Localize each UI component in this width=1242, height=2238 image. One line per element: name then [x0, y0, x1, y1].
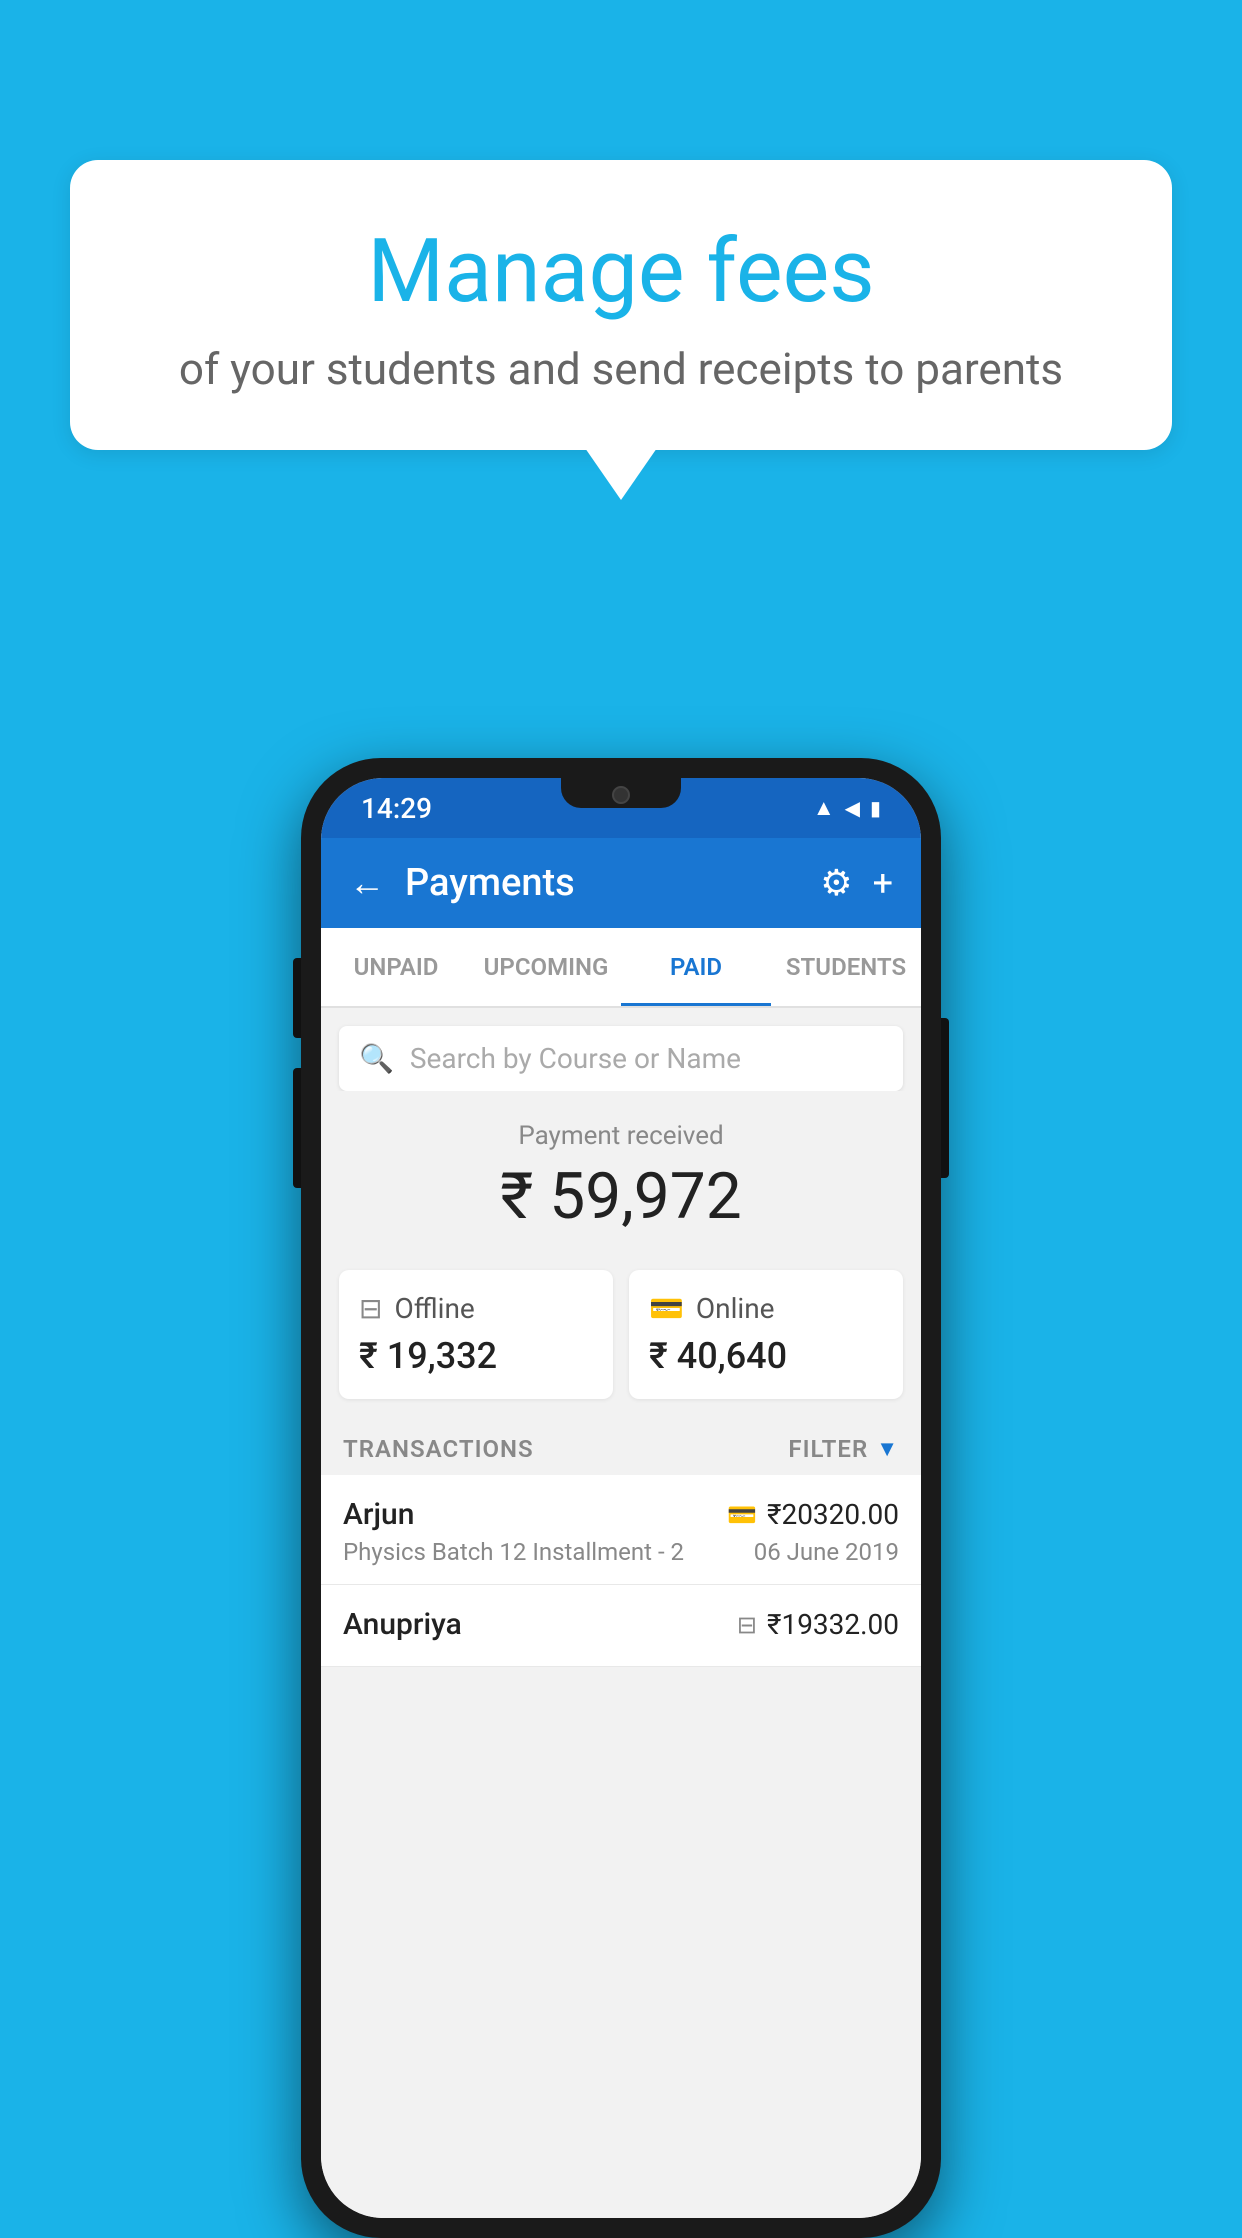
- bubble-title: Manage fees: [130, 220, 1112, 323]
- content-area: 🔍 Search by Course or Name Payment recei…: [321, 1008, 921, 2218]
- back-button[interactable]: ←: [349, 862, 385, 904]
- payment-received-section: Payment received ₹ 59,972: [321, 1091, 921, 1254]
- tab-paid[interactable]: PAID: [621, 928, 771, 1006]
- transaction-amount: ₹20320.00: [767, 1498, 899, 1531]
- card-icon: 💳: [727, 1501, 757, 1529]
- transaction-date: 06 June 2019: [754, 1538, 899, 1566]
- online-payment-card: 💳 Online ₹ 40,640: [629, 1270, 903, 1399]
- online-type-label: Online: [696, 1292, 775, 1325]
- offline-card-header: ⊟ Offline: [359, 1292, 475, 1325]
- online-amount: ₹ 40,640: [649, 1335, 787, 1377]
- search-bar[interactable]: 🔍 Search by Course or Name: [339, 1026, 903, 1091]
- filter-label: FILTER: [788, 1435, 868, 1463]
- bubble-subtitle: of your students and send receipts to pa…: [130, 343, 1112, 395]
- status-time: 14:29: [361, 792, 432, 825]
- transaction-name: Anupriya: [343, 1607, 462, 1642]
- plus-icon[interactable]: +: [873, 862, 893, 904]
- filter-button[interactable]: FILTER ▼: [788, 1435, 899, 1463]
- payment-cards: ⊟ Offline ₹ 19,332 💳 Online ₹ 40,640: [321, 1254, 921, 1415]
- phone-inner: 14:29 ▲ ◀ ▮ ← Payments ⚙ + UNPAID UPCOMI…: [321, 778, 921, 2218]
- offline-icon: ⊟: [359, 1292, 382, 1325]
- transaction-amount-wrap: 💳 ₹20320.00: [727, 1498, 899, 1531]
- offline-amount: ₹ 19,332: [359, 1335, 497, 1377]
- payment-received-amount: ₹ 59,972: [341, 1159, 901, 1234]
- transaction-row1: Arjun 💳 ₹20320.00: [343, 1497, 899, 1532]
- transaction-list: Arjun 💳 ₹20320.00 Physics Batch 12 Insta…: [321, 1475, 921, 1667]
- battery-icon: ▮: [870, 796, 881, 820]
- transaction-amount: ₹19332.00: [767, 1608, 899, 1641]
- status-icons: ▲ ◀ ▮: [813, 795, 881, 821]
- transaction-name: Arjun: [343, 1497, 414, 1532]
- phone-side-left2: [293, 1068, 301, 1188]
- signal-icon: ◀: [845, 796, 860, 820]
- wifi-icon: ▲: [813, 795, 835, 821]
- table-row[interactable]: Arjun 💳 ₹20320.00 Physics Batch 12 Insta…: [321, 1475, 921, 1585]
- tabs-bar: UNPAID UPCOMING PAID STUDENTS: [321, 928, 921, 1008]
- search-placeholder-text: Search by Course or Name: [410, 1042, 741, 1075]
- app-bar-icons: ⚙ +: [820, 862, 893, 904]
- transaction-row1: Anupriya ⊟ ₹19332.00: [343, 1607, 899, 1642]
- search-icon: 🔍: [359, 1042, 394, 1075]
- gear-icon[interactable]: ⚙: [820, 862, 852, 904]
- payment-received-label: Payment received: [341, 1121, 901, 1151]
- offline-type-label: Offline: [394, 1292, 474, 1325]
- table-row[interactable]: Anupriya ⊟ ₹19332.00: [321, 1585, 921, 1667]
- transaction-course: Physics Batch 12 Installment - 2: [343, 1538, 684, 1566]
- transactions-header: TRANSACTIONS FILTER ▼: [321, 1415, 921, 1475]
- tab-upcoming[interactable]: UPCOMING: [471, 928, 621, 1006]
- offline-payment-card: ⊟ Offline ₹ 19,332: [339, 1270, 613, 1399]
- online-icon: 💳: [649, 1292, 684, 1325]
- tab-students[interactable]: STUDENTS: [771, 928, 921, 1006]
- filter-icon: ▼: [876, 1436, 899, 1462]
- app-bar: ← Payments ⚙ +: [321, 838, 921, 928]
- app-title: Payments: [405, 861, 820, 905]
- speech-bubble-arrow: [585, 448, 657, 500]
- speech-bubble: Manage fees of your students and send re…: [70, 160, 1172, 450]
- transaction-row2: Physics Batch 12 Installment - 2 06 June…: [343, 1538, 899, 1566]
- phone-side-left: [293, 958, 301, 1038]
- transactions-label: TRANSACTIONS: [343, 1435, 534, 1463]
- phone-camera: [612, 786, 630, 804]
- phone-side-right: [941, 1018, 949, 1178]
- phone-frame: 14:29 ▲ ◀ ▮ ← Payments ⚙ + UNPAID UPCOMI…: [301, 758, 941, 2238]
- offline-payment-icon: ⊟: [737, 1611, 757, 1639]
- speech-bubble-container: Manage fees of your students and send re…: [70, 160, 1172, 500]
- online-card-header: 💳 Online: [649, 1292, 775, 1325]
- transaction-amount-wrap: ⊟ ₹19332.00: [737, 1608, 899, 1641]
- tab-unpaid[interactable]: UNPAID: [321, 928, 471, 1006]
